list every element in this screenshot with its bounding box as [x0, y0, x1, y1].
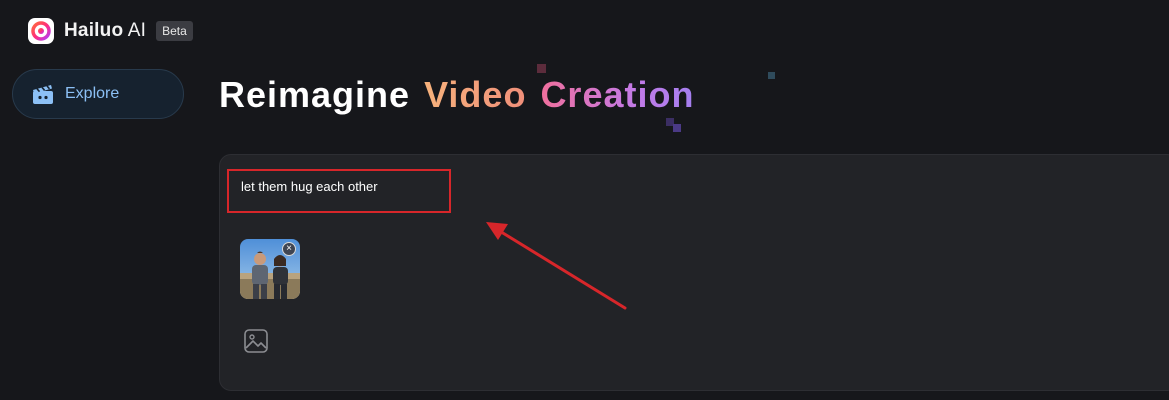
- decorative-pixel: [768, 72, 775, 79]
- remove-image-icon[interactable]: ×: [282, 242, 296, 256]
- hero-word-creation: Creation: [540, 74, 695, 115]
- annotation-arrow: [486, 222, 627, 310]
- app-name: Hailuo AI: [64, 20, 147, 41]
- clapperboard-icon: [31, 83, 55, 105]
- annotation-highlight-box: [227, 169, 451, 213]
- page: Hailuo AI Beta Explore Reimagine Video Cre…: [0, 0, 1169, 400]
- sidebar-item-explore[interactable]: Explore: [12, 69, 184, 119]
- hailuo-logo-icon[interactable]: [28, 18, 54, 44]
- sidebar-item-label: Explore: [65, 85, 120, 102]
- beta-badge: Beta: [156, 21, 193, 41]
- decorative-pixel: [537, 64, 546, 73]
- app-header: Hailuo AI Beta: [28, 17, 193, 45]
- hero-title: Reimagine Video Creation: [219, 74, 694, 116]
- hero-word-reimagine: Reimagine: [219, 74, 411, 115]
- hero-word-video: Video: [424, 74, 527, 115]
- image-upload-icon[interactable]: [243, 328, 269, 354]
- decorative-pixel: [673, 124, 681, 132]
